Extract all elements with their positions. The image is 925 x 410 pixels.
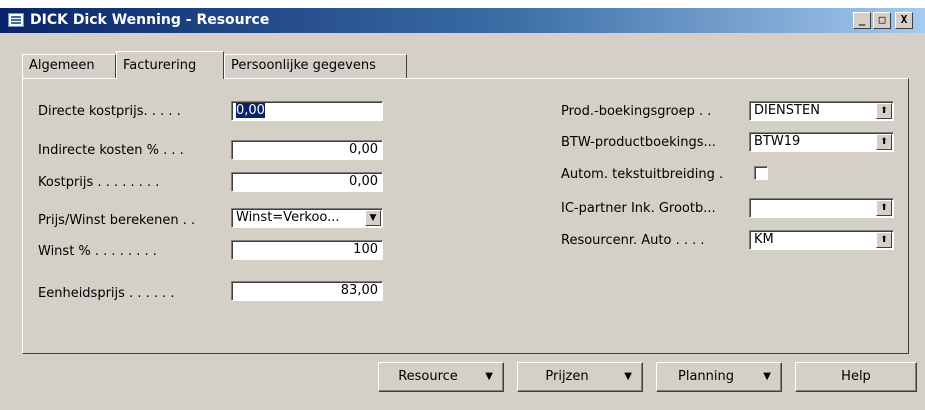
chevron-down-icon[interactable]: ▼ <box>365 210 381 226</box>
tab-persoonlijke-gegevens[interactable]: Persoonlijke gegevens <box>224 54 407 78</box>
window-title: DICK Dick Wenning - Resource <box>30 12 270 28</box>
minimize-button[interactable]: _ <box>853 12 871 29</box>
winst-label: Winst % . . . . . . . . <box>38 244 157 259</box>
lookup-arrow-icon[interactable]: ⬆ <box>876 134 892 150</box>
planning-menu-button[interactable]: Planning ▼ <box>656 362 782 392</box>
resource-button-label: Resource <box>398 369 458 384</box>
close-button[interactable]: X <box>895 12 913 29</box>
chevron-down-icon: ▼ <box>485 371 493 382</box>
help-button-label: Help <box>841 369 871 384</box>
eenheidsprijs-label: Eenheidsprijs . . . . . . <box>38 286 175 301</box>
resourcenr-auto-field[interactable]: KM ⬆ <box>749 230 894 250</box>
ic-partner-label: IC-partner Ink. Grootb... <box>561 201 716 216</box>
lookup-arrow-icon[interactable]: ⬆ <box>876 232 892 248</box>
prijzen-menu-button[interactable]: Prijzen ▼ <box>517 362 643 392</box>
prijs-winst-berekenen-label: Prijs/Winst berekenen . . <box>38 213 196 228</box>
btw-productboekings-field[interactable]: BTW19 ⬆ <box>749 132 894 152</box>
autom-tekstuitbreiding-checkbox[interactable] <box>754 166 768 180</box>
kostprijs-field[interactable]: 0,00 <box>231 172 383 192</box>
tab-algemeen[interactable]: Algemeen <box>22 54 116 78</box>
form-icon <box>8 13 24 27</box>
prijs-winst-berekenen-select[interactable]: Winst=Verkoo... ▼ <box>231 208 383 228</box>
prod-boekingsgroep-value: DIENSTEN <box>754 103 820 118</box>
title-bar[interactable]: DICK Dick Wenning - Resource _ □ X <box>0 8 925 33</box>
chevron-down-icon: ▼ <box>763 371 771 382</box>
lookup-arrow-icon[interactable]: ⬆ <box>876 103 892 119</box>
lookup-arrow-icon[interactable]: ⬆ <box>876 200 892 216</box>
help-button[interactable]: Help <box>795 362 917 392</box>
autom-tekstuitbreiding-label: Autom. tekstuitbreiding . <box>561 167 724 182</box>
chevron-down-icon: ▼ <box>624 371 632 382</box>
winst-field[interactable]: 100 <box>231 240 383 260</box>
prijs-winst-berekenen-value: Winst=Verkoo... <box>236 210 340 225</box>
restore-button[interactable]: □ <box>873 12 891 29</box>
eenheidsprijs-field[interactable]: 83,00 <box>231 281 383 301</box>
directe-kostprijs-label: Directe kostprijs. . . . . <box>38 104 181 119</box>
prod-boekingsgroep-field[interactable]: DIENSTEN ⬆ <box>749 101 894 121</box>
planning-button-label: Planning <box>678 369 734 384</box>
indirecte-kosten-field[interactable]: 0,00 <box>231 140 383 160</box>
resourcenr-auto-label: Resourcenr. Auto . . . . <box>561 233 705 248</box>
btw-productboekings-value: BTW19 <box>754 134 801 149</box>
directe-kostprijs-field[interactable]: 0,00 <box>231 101 383 121</box>
tab-facturering[interactable]: Facturering <box>116 51 224 79</box>
prod-boekingsgroep-label: Prod.-boekingsgroep . . <box>561 104 712 119</box>
resourcenr-auto-value: KM <box>754 232 774 247</box>
resource-menu-button[interactable]: Resource ▼ <box>378 362 504 392</box>
prijzen-button-label: Prijzen <box>545 369 589 384</box>
indirecte-kosten-label: Indirecte kosten % . . . <box>38 143 184 158</box>
directe-kostprijs-value: 0,00 <box>236 103 265 118</box>
btw-productboekings-label: BTW-productboekings... <box>561 135 716 150</box>
kostprijs-label: Kostprijs . . . . . . . . <box>38 175 160 190</box>
ic-partner-field[interactable]: ⬆ <box>749 198 894 218</box>
